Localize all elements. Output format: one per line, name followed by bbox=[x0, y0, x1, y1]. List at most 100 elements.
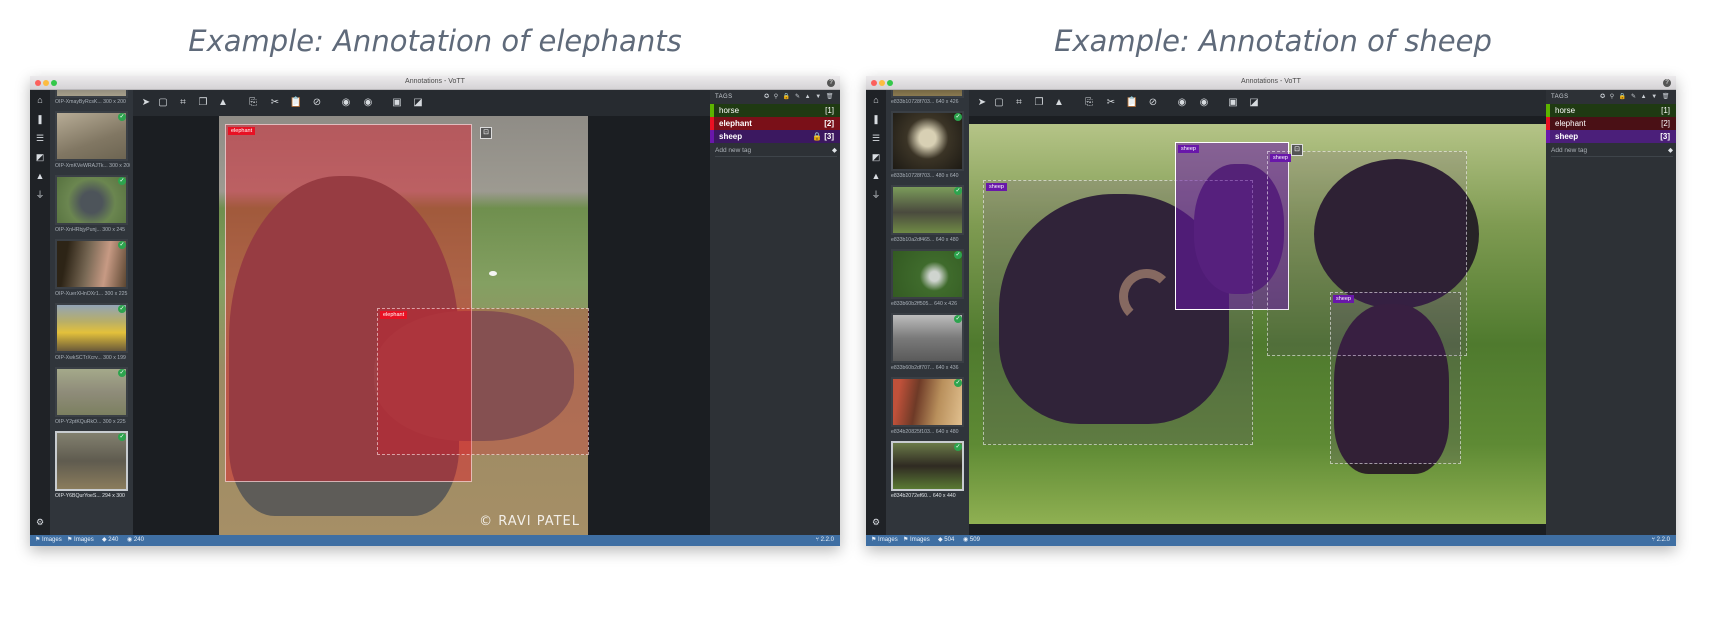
editor-canvas[interactable]: sheep sheep sheep sheep ⊡ bbox=[969, 116, 1546, 535]
edit-image-icon[interactable]: ◩ bbox=[30, 150, 50, 164]
export-icon[interactable]: ◪ bbox=[411, 96, 425, 110]
title-bar: Annotations - VoTT ? bbox=[30, 76, 840, 90]
active-learning-icon[interactable]: ▲ bbox=[216, 96, 230, 110]
tagged-check-icon: ✓ bbox=[954, 315, 962, 323]
copy-icon[interactable]: ⎘ bbox=[1082, 96, 1096, 110]
copy-rectangle-icon[interactable]: ❐ bbox=[196, 96, 210, 110]
rectangle-icon[interactable]: ▢ bbox=[992, 96, 1006, 110]
paste-icon[interactable]: 📋 bbox=[289, 96, 303, 110]
graduation-cap-icon[interactable]: ▲ bbox=[30, 169, 50, 183]
left-nav: ⌂ ❚ ☰ ◩ ▲ ⏚ ⚙ bbox=[866, 90, 886, 535]
tags-title: TAGS bbox=[715, 94, 733, 100]
tag-item-sheep[interactable]: sheep 🔒 [3] bbox=[710, 130, 840, 143]
status-tags: ◆ 504 bbox=[938, 537, 955, 543]
tagged-check-icon: ✓ bbox=[954, 443, 962, 451]
settings-icon[interactable]: ⚙ bbox=[30, 515, 50, 529]
vott-window-sheep: Annotations - VoTT ? ⌂ ❚ ☰ ◩ ▲ ⏚ ⚙ e833b… bbox=[866, 76, 1676, 546]
lock-icon: 🔒 bbox=[812, 132, 825, 141]
tag-item-elephant[interactable]: elephant [2] bbox=[1546, 117, 1676, 130]
asset-thumbnails: e833b10728f703... 640 x 426 ✓ e833b10728… bbox=[886, 90, 969, 535]
graduation-cap-icon[interactable]: ▲ bbox=[866, 169, 886, 183]
edit-image-icon[interactable]: ◩ bbox=[866, 150, 886, 164]
window-title: Annotations - VoTT bbox=[405, 78, 465, 85]
title-bar: Annotations - VoTT ? bbox=[866, 76, 1676, 90]
bookmark-icon[interactable]: ❚ bbox=[30, 112, 50, 126]
pointer-icon[interactable]: ➤ bbox=[139, 96, 153, 110]
help-icon[interactable]: ? bbox=[1663, 79, 1671, 87]
tagged-check-icon: ✓ bbox=[118, 113, 126, 121]
clear-icon[interactable]: ⊘ bbox=[1146, 96, 1160, 110]
tagged-check-icon: ✓ bbox=[954, 187, 962, 195]
asset-thumbnails: OIP-XmayByRcsK... 300 x 200 ✓ OIP-XmKVeW… bbox=[50, 90, 133, 535]
copy-rectangle-icon[interactable]: ❐ bbox=[1032, 96, 1046, 110]
bird bbox=[489, 271, 497, 276]
pointer-icon[interactable]: ➤ bbox=[975, 96, 989, 110]
tag-item-horse[interactable]: horse [1] bbox=[710, 104, 840, 117]
settings-icon[interactable]: ⚙ bbox=[866, 515, 886, 529]
add-new-tag-input[interactable]: Add new tag ◆ bbox=[715, 145, 837, 157]
save-icon[interactable]: ▣ bbox=[1226, 96, 1240, 110]
status-visited: ◉ 240 bbox=[127, 537, 144, 543]
tag-item-horse[interactable]: horse [1] bbox=[1546, 104, 1676, 117]
rectangle-icon[interactable]: ▢ bbox=[156, 96, 170, 110]
tagged-check-icon: ✓ bbox=[118, 177, 126, 185]
tags-title: TAGS bbox=[1551, 94, 1569, 100]
export-icon[interactable]: ◪ bbox=[1247, 96, 1261, 110]
caption-sheep: Example: Annotation of sheep bbox=[1054, 24, 1492, 58]
home-icon[interactable]: ⌂ bbox=[30, 93, 50, 107]
tags-panel: TAGS ✪ ⚲ 🔒 ✎ ▲ ▼ 🗑 horse [1] elephant [2] … bbox=[1546, 90, 1676, 535]
add-new-tag-input[interactable]: Add new tag ◆ bbox=[1551, 145, 1673, 157]
region-tag-label: sheep bbox=[986, 183, 1007, 191]
status-version: ⑂ 2.2.0 bbox=[815, 537, 834, 543]
vott-window-elephants: Annotations - VoTT ? ⌂ ❚ ☰ ◩ ▲ ⏚ ⚙ OIP-X… bbox=[30, 76, 840, 546]
tag-icon: ◆ bbox=[1668, 147, 1673, 154]
region-box-elephant-calf[interactable]: elephant bbox=[377, 308, 589, 455]
cut-icon[interactable]: ✂ bbox=[268, 96, 282, 110]
region-tag-label: elephant bbox=[228, 127, 256, 135]
tags-panel: TAGS ✪ ⚲ 🔒 ✎ ▲ ▼ 🗑 horse [1] elephant [2] … bbox=[710, 90, 840, 535]
tag-item-sheep[interactable]: sheep [3] bbox=[1546, 130, 1676, 143]
caption-elephants: Example: Annotation of elephants bbox=[188, 24, 682, 58]
sliders-icon[interactable]: ☰ bbox=[866, 131, 886, 145]
tag-item-elephant[interactable]: elephant [2] bbox=[710, 117, 840, 130]
next-asset-icon[interactable]: ◉ bbox=[1197, 96, 1211, 110]
tagged-check-icon: ✓ bbox=[954, 379, 962, 387]
copy-icon[interactable]: ⎘ bbox=[246, 96, 260, 110]
tag-icon: ◆ bbox=[832, 147, 837, 154]
tagged-check-icon: ✓ bbox=[118, 305, 126, 313]
tags-toolbar-icons[interactable]: ✪ ⚲ 🔒 ✎ ▲ ▼ 🗑 bbox=[764, 93, 835, 100]
status-tags: ◆ 240 bbox=[102, 537, 119, 543]
region-box-lamb[interactable]: sheep bbox=[1330, 292, 1461, 464]
region-resize-icon[interactable]: ⊡ bbox=[1291, 144, 1303, 156]
next-asset-icon[interactable]: ◉ bbox=[361, 96, 375, 110]
clear-icon[interactable]: ⊘ bbox=[310, 96, 324, 110]
window-title: Annotations - VoTT bbox=[1241, 78, 1301, 85]
plug-icon[interactable]: ⏚ bbox=[30, 188, 50, 202]
tagged-check-icon: ✓ bbox=[118, 369, 126, 377]
previous-asset-icon[interactable]: ◉ bbox=[339, 96, 353, 110]
status-visited: ◉ 509 bbox=[963, 537, 980, 543]
paste-icon[interactable]: 📋 bbox=[1125, 96, 1139, 110]
tags-toolbar-icons[interactable]: ✪ ⚲ 🔒 ✎ ▲ ▼ 🗑 bbox=[1600, 93, 1671, 100]
status-assets-2: ⚑ Images bbox=[903, 537, 930, 543]
home-icon[interactable]: ⌂ bbox=[866, 93, 886, 107]
cut-icon[interactable]: ✂ bbox=[1104, 96, 1118, 110]
left-nav: ⌂ ❚ ☰ ◩ ▲ ⏚ ⚙ bbox=[30, 90, 50, 535]
previous-asset-icon[interactable]: ◉ bbox=[1175, 96, 1189, 110]
editor-canvas[interactable]: © RAVI PATEL elephant elephant ⊡ bbox=[133, 116, 710, 535]
status-assets-2: ⚑ Images bbox=[67, 537, 94, 543]
status-bar: ⚑ Images ⚑ Images ◆ 504 ◉ 509 ⑂ 2.2.0 bbox=[866, 535, 1676, 546]
status-assets-1: ⚑ Images bbox=[871, 537, 898, 543]
bookmark-icon[interactable]: ❚ bbox=[866, 112, 886, 126]
sliders-icon[interactable]: ☰ bbox=[30, 131, 50, 145]
plug-icon[interactable]: ⏚ bbox=[866, 188, 886, 202]
status-assets-1: ⚑ Images bbox=[35, 537, 62, 543]
polygon-icon[interactable]: ⌗ bbox=[1012, 96, 1026, 110]
region-resize-icon[interactable]: ⊡ bbox=[480, 127, 492, 139]
polygon-icon[interactable]: ⌗ bbox=[176, 96, 190, 110]
watermark-text: © RAVI PATEL bbox=[479, 514, 580, 529]
region-tag-label: sheep bbox=[1333, 295, 1354, 303]
help-icon[interactable]: ? bbox=[827, 79, 835, 87]
save-icon[interactable]: ▣ bbox=[390, 96, 404, 110]
active-learning-icon[interactable]: ▲ bbox=[1052, 96, 1066, 110]
